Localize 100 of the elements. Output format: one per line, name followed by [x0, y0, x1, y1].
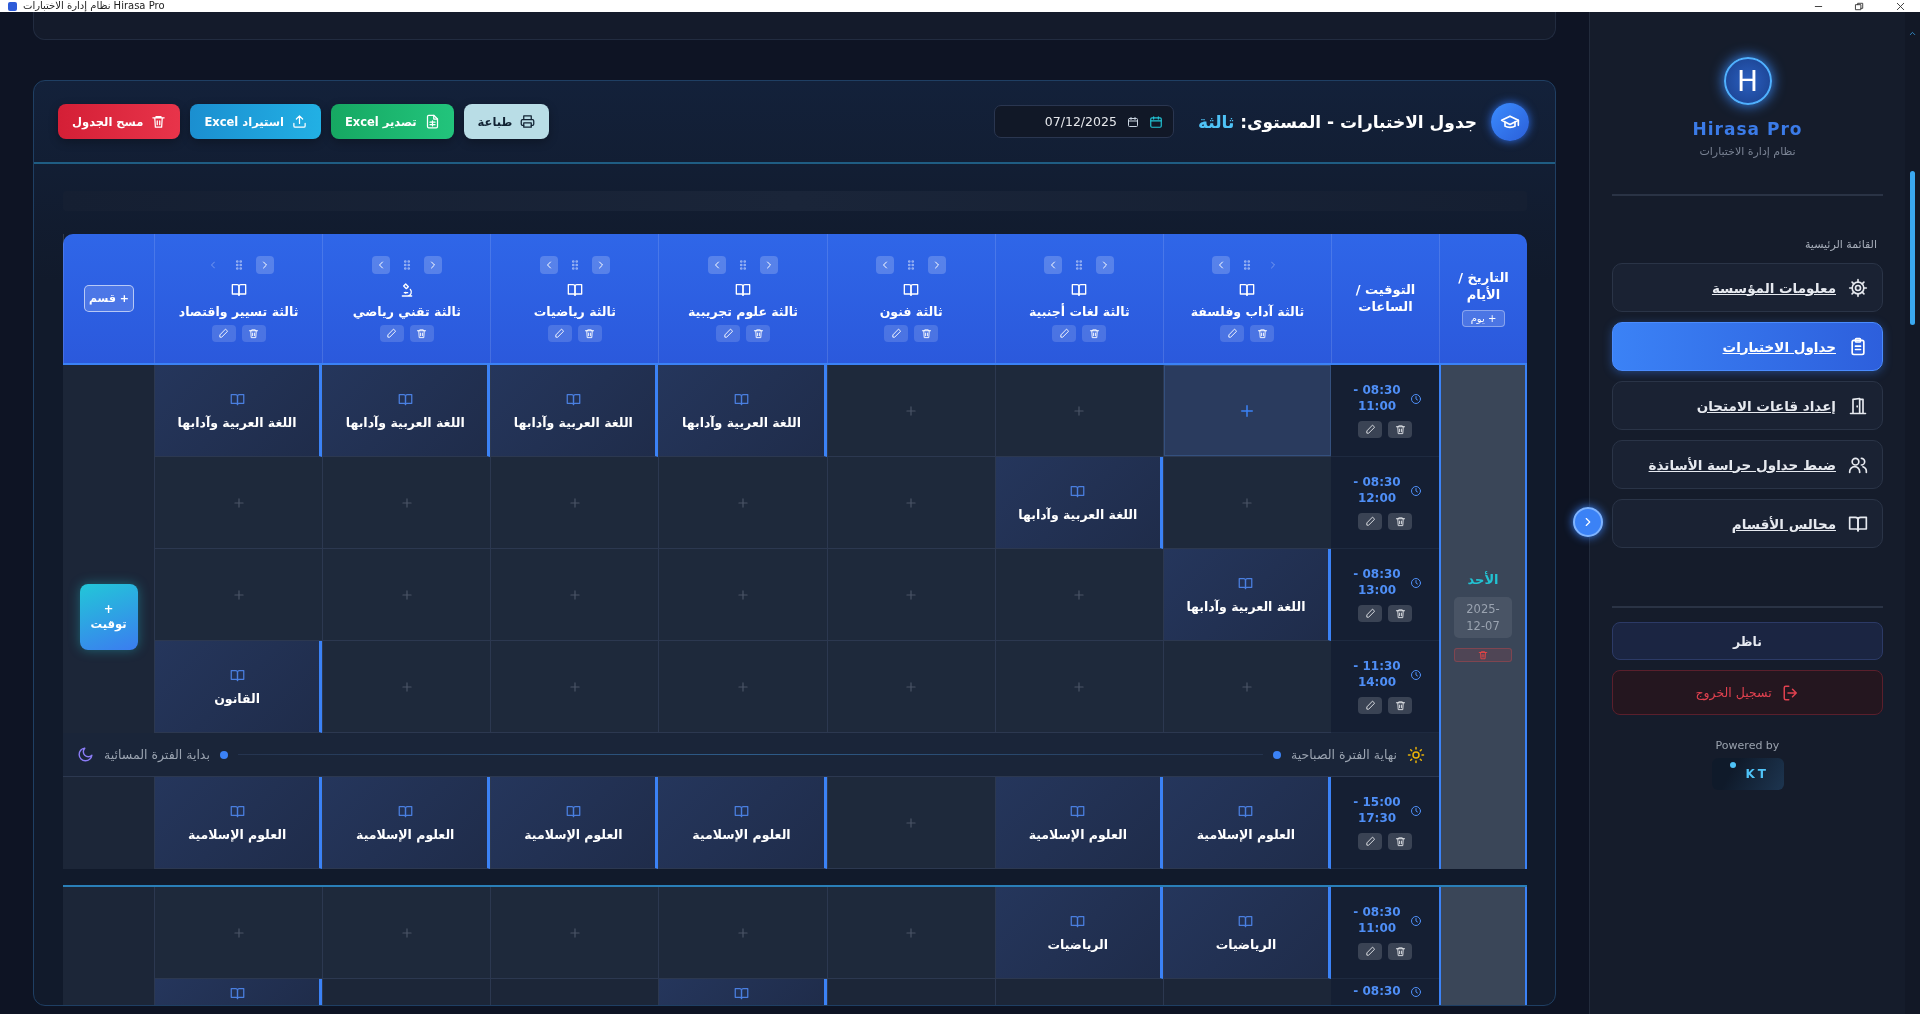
plus-icon [567, 925, 582, 940]
plus-icon [567, 495, 582, 510]
book-icon [1238, 575, 1254, 591]
delete-button[interactable] [1388, 696, 1412, 714]
menu-item[interactable]: معلومات المؤسسة [1612, 263, 1883, 312]
book-icon [1070, 483, 1086, 499]
delete-button[interactable] [746, 324, 770, 342]
delete-button[interactable] [1388, 512, 1412, 530]
menu-item[interactable]: مجالس الأقسام [1612, 499, 1883, 548]
print-button[interactable]: طباعة [463, 104, 550, 139]
clear-button[interactable]: مسح الجدول [58, 104, 181, 139]
add-section-button[interactable]: + قسم [84, 285, 134, 312]
edit-button[interactable] [884, 324, 909, 342]
exam-cell[interactable] [154, 979, 323, 1005]
menu-item[interactable]: ضبط جداول حراسة الأساتذة [1612, 440, 1883, 489]
edit-button[interactable] [716, 324, 740, 342]
time-range: 08:30 - 13:00 [1352, 567, 1402, 599]
delete-button[interactable] [1250, 324, 1275, 342]
edit-button[interactable] [1358, 696, 1382, 714]
exam-cell[interactable]: اللغة العربية وآدابها [658, 365, 827, 457]
move-left-button[interactable] [539, 255, 558, 274]
delete-button[interactable] [409, 324, 434, 342]
exam-cell[interactable]: العلوم الإسلامية [322, 777, 491, 869]
scrollbar[interactable] [1905, 12, 1920, 1014]
close-icon[interactable] [1895, 0, 1906, 12]
column-title: ثالثة فنون [879, 303, 943, 319]
time-range: 08:30 - 11:00 [1352, 905, 1402, 937]
edit-button[interactable] [1358, 512, 1382, 530]
edit-button[interactable] [379, 324, 404, 342]
scroll-up-icon[interactable] [1908, 29, 1917, 38]
exam-cell[interactable] [658, 979, 827, 1005]
edit-button[interactable] [1358, 832, 1382, 850]
delete-button[interactable] [914, 324, 939, 342]
exam-cell[interactable]: العلوم الإسلامية [154, 777, 323, 869]
exam-cell[interactable]: اللغة العربية وآدابها [1162, 549, 1331, 641]
plus-icon [231, 495, 246, 510]
delete-button[interactable] [1388, 420, 1412, 438]
move-right-button[interactable] [423, 255, 442, 274]
collapse-button[interactable] [1573, 507, 1603, 537]
trash-icon [1088, 327, 1100, 339]
exam-cell[interactable]: اللغة العربية وآدابها [490, 365, 659, 457]
move-right-button[interactable] [591, 255, 610, 274]
delete-day-button[interactable] [1454, 648, 1512, 663]
exam-cell[interactable]: اللغة العربية وآدابها [322, 365, 491, 457]
move-right-button[interactable] [255, 255, 274, 274]
move-left-button[interactable] [371, 255, 390, 274]
delete-button[interactable] [1388, 832, 1412, 850]
edit-button[interactable] [1220, 324, 1245, 342]
move-left-button[interactable] [1044, 255, 1063, 274]
edit-button[interactable] [547, 324, 572, 342]
time-range: 08:30 - [1352, 984, 1402, 1000]
exam-cell[interactable]: الرياضيات [1162, 887, 1331, 979]
exam-cell[interactable]: العلوم الإسلامية [994, 777, 1163, 869]
exam-cell[interactable]: الرياضيات [994, 887, 1163, 979]
delete-button[interactable] [1388, 942, 1412, 960]
pencil-icon [1364, 515, 1376, 527]
move-right-button[interactable] [928, 255, 947, 274]
delete-button[interactable] [241, 324, 266, 342]
book-icon [1238, 803, 1254, 819]
exam-cell[interactable]: العلوم الإسلامية [490, 777, 659, 869]
menu-item[interactable]: إعداد قاعات الامتحان [1612, 381, 1883, 430]
move-left-button[interactable] [708, 255, 726, 274]
move-right-button[interactable] [760, 255, 778, 274]
plus-icon [736, 495, 750, 510]
pencil-icon [1364, 423, 1376, 435]
date-field[interactable]: 07/12/2025 [993, 105, 1174, 138]
clock-icon [1410, 985, 1422, 998]
delete-button[interactable] [577, 324, 602, 342]
scrollbar-thumb[interactable] [1910, 171, 1915, 325]
exam-cell[interactable]: اللغة العربية وآدابها [154, 365, 323, 457]
subject-name: الرياضيات [1047, 936, 1109, 952]
delete-button[interactable] [1082, 324, 1107, 342]
column-title: ثالثة تقني رياضي [352, 303, 461, 319]
edit-button[interactable] [1358, 604, 1382, 622]
app-subtitle: نظام إدارة الاختبارات [1698, 145, 1797, 158]
edit-button[interactable] [1052, 324, 1077, 342]
edit-button[interactable] [1358, 942, 1382, 960]
column-title: التاريخ / الأيام [1457, 270, 1510, 304]
edit-button[interactable] [211, 324, 236, 342]
add-day-button[interactable]: + يوم [1461, 309, 1506, 327]
plus-icon [1072, 403, 1087, 418]
app-name: Hirasa Pro [1691, 119, 1804, 139]
move-left-button[interactable] [876, 255, 895, 274]
exam-cell[interactable]: القانون [154, 641, 323, 733]
schedule-title: جدول الاختبارات - المستوى: ثالثة [1197, 111, 1477, 132]
exam-cell[interactable]: العلوم الإسلامية [1162, 777, 1331, 869]
move-left-button[interactable] [1212, 255, 1231, 274]
exam-cell[interactable]: العلوم الإسلامية [658, 777, 827, 869]
exam-cell[interactable]: اللغة العربية وآدابها [994, 457, 1163, 549]
column-title: ثالثة لغات أجنبية [1028, 303, 1130, 319]
subject-name: العلوم الإسلامية [187, 826, 287, 842]
day-date: 2025-12-07 [1454, 596, 1512, 639]
subject-name: اللغة العربية وآدابها [345, 414, 465, 430]
logout-button[interactable]: تسجيل الخروج [1612, 670, 1883, 715]
restore-icon[interactable] [1854, 0, 1865, 12]
menu-item[interactable]: جداول الاختبارات [1612, 322, 1883, 371]
delete-button[interactable] [1388, 604, 1412, 622]
trash-icon [1394, 423, 1406, 435]
move-right-button[interactable] [1096, 255, 1115, 274]
edit-button[interactable] [1358, 420, 1382, 438]
